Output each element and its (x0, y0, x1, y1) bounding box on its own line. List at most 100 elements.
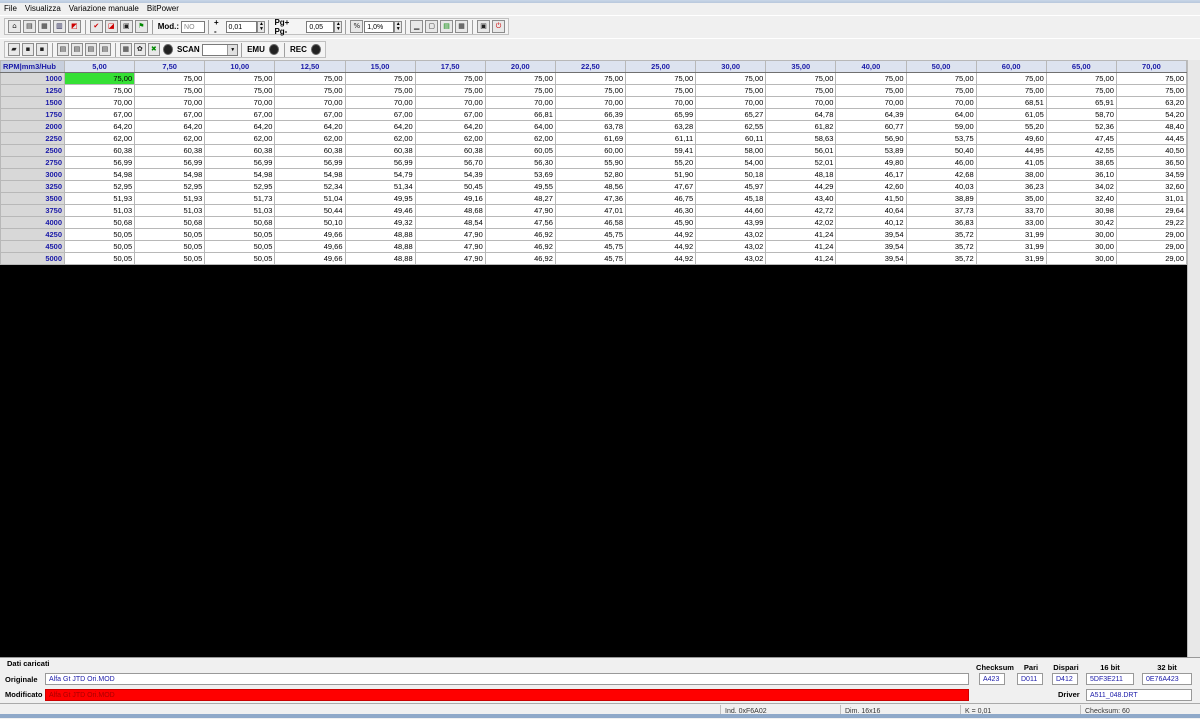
map-cell[interactable]: 65,91 (1045, 96, 1117, 109)
emu-toggle-icon[interactable] (268, 44, 280, 55)
map-cell[interactable]: 30,00 (1045, 240, 1117, 253)
row-header[interactable]: 2250 (0, 132, 65, 145)
column-header[interactable]: 17,50 (414, 60, 486, 73)
map-cell[interactable]: 64,39 (835, 108, 907, 121)
map-cell[interactable]: 70,00 (695, 96, 767, 109)
row-header[interactable]: 1250 (0, 84, 65, 97)
map-cell[interactable]: 36,83 (905, 216, 977, 229)
map-cell[interactable]: 75,00 (344, 72, 416, 85)
pg-spinner[interactable]: ▲ ▼ (334, 20, 343, 33)
map-cell[interactable]: 60,38 (274, 144, 346, 157)
map-cell[interactable]: 65,99 (624, 108, 697, 121)
map-cell[interactable]: 75,00 (274, 84, 346, 97)
map-cell[interactable]: 58,00 (695, 144, 767, 157)
map-cell[interactable]: 75,00 (905, 84, 977, 97)
map-cell[interactable]: 60,38 (344, 144, 416, 157)
map-cell[interactable]: 75,00 (554, 84, 627, 97)
map-cell[interactable]: 47,90 (484, 204, 556, 217)
map-cell[interactable]: 29,00 (1115, 252, 1188, 265)
map-cell[interactable]: 60,38 (63, 144, 136, 157)
map-cell[interactable]: 51,73 (204, 192, 276, 205)
map-cell[interactable]: 60,77 (835, 120, 907, 133)
map-cell[interactable]: 75,00 (695, 84, 767, 97)
map-cell[interactable]: 50,40 (905, 144, 977, 157)
row-header[interactable]: 3000 (0, 168, 65, 181)
map-cell[interactable]: 49,66 (274, 228, 346, 241)
map-cell[interactable]: 52,36 (1045, 120, 1117, 133)
map-cell[interactable]: 41,24 (765, 228, 837, 241)
row-header[interactable]: 4250 (0, 228, 65, 241)
menu-visualizza[interactable]: Visualizza (21, 3, 65, 15)
map-cell[interactable]: 62,00 (63, 132, 136, 145)
menu-bitpower[interactable]: BitPower (143, 3, 183, 15)
view-3d-icon[interactable]: ◩ (67, 20, 81, 33)
vertical-scrollbar[interactable] (1187, 60, 1200, 657)
map-cell[interactable]: 42,02 (765, 216, 837, 229)
map-cell[interactable]: 48,18 (765, 168, 837, 181)
map-cell[interactable]: 70,00 (344, 96, 416, 109)
map-cell[interactable]: 68,51 (975, 96, 1047, 109)
map-cell[interactable]: 67,00 (63, 108, 136, 121)
map-cell[interactable]: 51,03 (204, 204, 276, 217)
map-cell[interactable]: 55,90 (554, 156, 627, 169)
info-icon[interactable]: ▣ (477, 20, 491, 33)
row-header[interactable]: 2000 (0, 120, 65, 133)
map-cell[interactable]: 51,93 (134, 192, 206, 205)
map-cell[interactable]: 32,40 (1045, 192, 1117, 205)
row-header[interactable]: 4000 (0, 216, 65, 229)
map-cell[interactable]: 50,68 (63, 216, 136, 229)
map-cell[interactable]: 50,68 (204, 216, 276, 229)
map-cell[interactable]: 31,01 (1115, 192, 1188, 205)
row-header[interactable]: 2750 (0, 156, 65, 169)
restore-window-icon[interactable]: ▢ (425, 20, 439, 33)
open-folder-icon[interactable]: ▰ (8, 43, 20, 56)
map-cell[interactable]: 65,27 (695, 108, 767, 121)
percent-input[interactable]: 1,0% (364, 20, 395, 33)
map-cell[interactable]: 46,30 (624, 204, 697, 217)
table-icon[interactable]: ▦ (37, 20, 51, 33)
map-cell[interactable]: 48,88 (344, 240, 416, 253)
map-cell[interactable]: 37,73 (905, 204, 977, 217)
map-cell[interactable]: 49,46 (344, 204, 416, 217)
rec-toggle-icon[interactable] (310, 44, 322, 55)
map-cell[interactable]: 70,00 (624, 96, 697, 109)
map-cell[interactable]: 40,64 (835, 204, 907, 217)
map-cell[interactable]: 64,20 (204, 120, 276, 133)
map-cell[interactable]: 35,72 (905, 252, 977, 265)
map-cell[interactable]: 44,29 (765, 180, 837, 193)
map-cell[interactable]: 29,22 (1115, 216, 1188, 229)
map-cell[interactable]: 63,78 (554, 120, 627, 133)
map-cell[interactable]: 50,18 (695, 168, 767, 181)
map-cell[interactable]: 29,00 (1115, 240, 1188, 253)
map-find-icon[interactable]: ▤ (70, 43, 83, 56)
map-cell[interactable]: 50,05 (63, 228, 136, 241)
map-cell[interactable]: 56,30 (484, 156, 556, 169)
connect-icon[interactable]: ✿ (133, 43, 146, 56)
map-cell[interactable]: 54,98 (134, 168, 206, 181)
map-cell[interactable]: 52,95 (134, 180, 206, 193)
row-header[interactable]: 5000 (0, 252, 65, 265)
map-cell[interactable]: 75,00 (624, 84, 697, 97)
map-cell[interactable]: 29,64 (1115, 204, 1188, 217)
map-cell[interactable]: 44,60 (695, 204, 767, 217)
map-cell[interactable]: 75,00 (63, 84, 136, 97)
map-cell[interactable]: 75,00 (1115, 72, 1188, 85)
map-cell[interactable]: 32,60 (1115, 180, 1188, 193)
row-header[interactable]: 1750 (0, 108, 65, 121)
map-cell[interactable]: 43,40 (765, 192, 837, 205)
map-cell[interactable]: 70,00 (835, 96, 907, 109)
exit-icon[interactable]: ⏻ (492, 20, 505, 33)
map-cell[interactable]: 75,00 (1045, 84, 1117, 97)
map-cell[interactable]: 42,72 (765, 204, 837, 217)
map-cell[interactable]: 45,75 (554, 228, 627, 241)
map-cell[interactable]: 56,99 (134, 156, 206, 169)
map-cell[interactable]: 51,04 (274, 192, 346, 205)
map-cell[interactable]: 70,00 (484, 96, 556, 109)
step-spinner[interactable]: ▲ ▼ (257, 20, 266, 33)
map-cell[interactable]: 50,10 (274, 216, 346, 229)
column-header[interactable]: 22,50 (554, 60, 627, 73)
column-header[interactable]: 20,00 (484, 60, 556, 73)
map-cell[interactable]: 75,00 (414, 84, 486, 97)
map-cell[interactable]: 70,00 (414, 96, 486, 109)
map-cell[interactable]: 47,56 (484, 216, 556, 229)
